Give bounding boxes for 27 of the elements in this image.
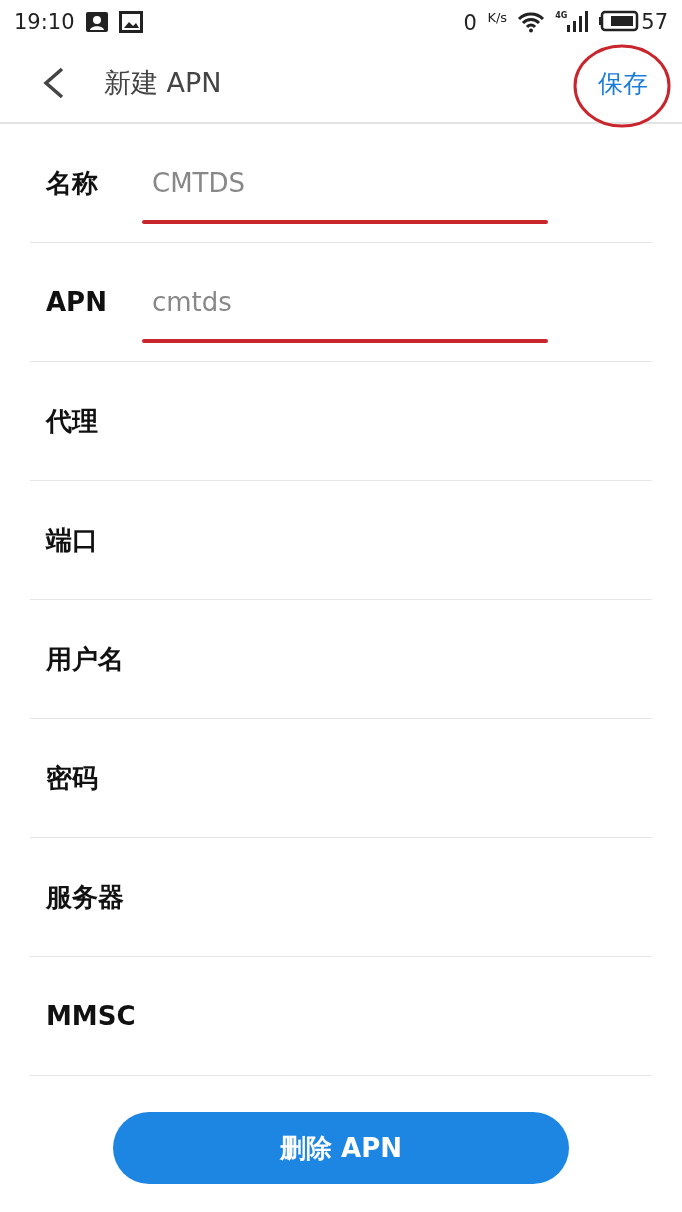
status-time: 19:10: [14, 10, 75, 34]
delete-apn-button[interactable]: 删除 APN: [113, 1112, 569, 1184]
battery-level: 57: [641, 10, 668, 34]
network-type: 4G: [555, 11, 568, 20]
field-label: 端口: [44, 523, 99, 557]
field-label: 代理: [44, 404, 99, 438]
signal-icon: [567, 11, 590, 33]
input-field[interactable]: cmtds: [152, 287, 532, 317]
field-label: APN: [45, 287, 108, 317]
network-speed: 0 $^{K/s}$: [463, 9, 508, 35]
image-icon: [118, 11, 143, 33]
form-row[interactable]: 代理: [30, 362, 652, 481]
field-label: 服务器: [44, 880, 125, 914]
notification-icon: [84, 11, 109, 33]
form-row[interactable]: 用户名: [30, 600, 652, 719]
wifi-icon: [517, 11, 546, 33]
field-label: 密码: [45, 761, 99, 795]
battery-icon: [599, 10, 640, 32]
field-label: 名称: [44, 166, 99, 200]
field-label: 用户名: [45, 642, 125, 676]
field-label: MMSC: [45, 1001, 137, 1031]
form-row[interactable]: 密码: [30, 719, 652, 838]
form-row[interactable]: 端口: [30, 481, 652, 600]
input-field[interactable]: CMTDS: [152, 168, 532, 198]
form-row[interactable]: 服务器: [30, 838, 652, 957]
form-row[interactable]: MMSC: [30, 957, 652, 1076]
page-title: 新建 APN: [104, 66, 223, 100]
